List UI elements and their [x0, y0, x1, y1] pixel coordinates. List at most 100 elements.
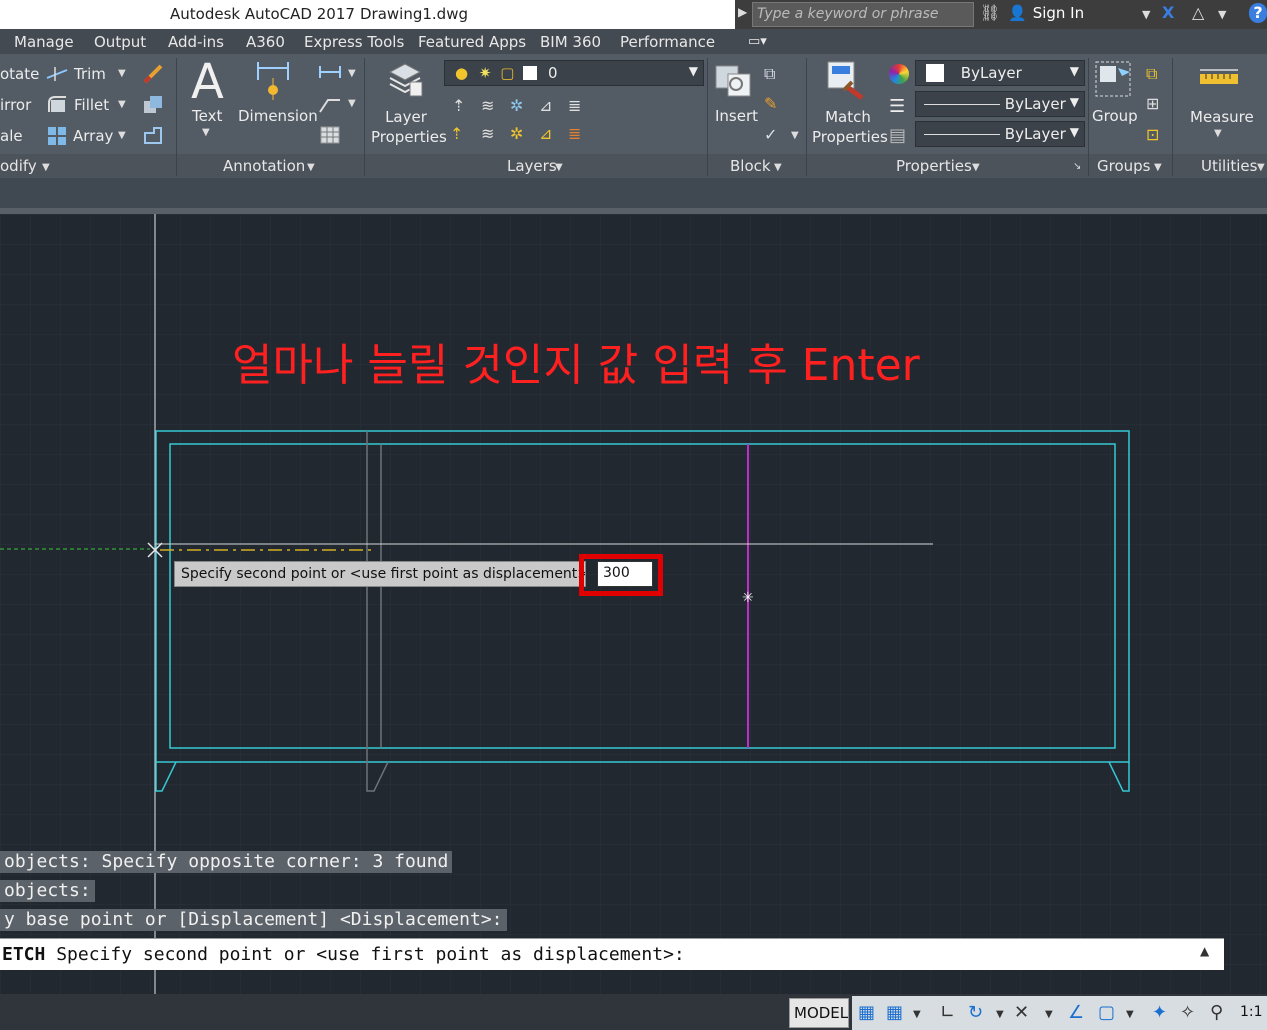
panel-title-layers[interactable]: Layers [507, 157, 557, 175]
array-button[interactable]: Array [73, 127, 113, 145]
panel-title-groups[interactable]: Groups [1097, 157, 1150, 175]
copy-icon[interactable] [142, 94, 164, 116]
layer-thaw-icon[interactable]: ✲ [510, 124, 523, 143]
auto-scale-icon[interactable]: ✧ [1180, 1002, 1195, 1023]
chevron-down-icon[interactable]: ▼ [348, 68, 356, 79]
tab-performance[interactable]: Performance [620, 33, 715, 51]
chevron-down-icon[interactable]: ▼ [1142, 8, 1150, 21]
tab-a360[interactable]: A360 [246, 33, 285, 51]
match-properties-label[interactable]: Match Properties [812, 107, 888, 147]
group-button-label[interactable]: Group [1092, 107, 1138, 125]
chevron-down-icon[interactable]: ▼ [972, 162, 980, 173]
chevron-down-icon[interactable]: ▼ [1257, 162, 1265, 173]
tab-bim360[interactable]: BIM 360 [540, 33, 601, 51]
group-select-icon[interactable]: ⊡ [1146, 125, 1159, 144]
measure-icon[interactable] [1198, 68, 1240, 88]
chevron-down-icon[interactable]: ▼ [42, 162, 50, 173]
chevron-down-icon[interactable]: ▼ [348, 98, 356, 109]
polar-tracking-icon[interactable]: ↻ [968, 1002, 983, 1023]
measure-button-label[interactable]: Measure [1190, 108, 1254, 126]
chevron-down-icon[interactable]: ▼ [1126, 1009, 1134, 1020]
isodraft-icon[interactable]: ✕ [1014, 1002, 1029, 1023]
panel-title-annotation[interactable]: Annotation [223, 157, 305, 175]
object-snap-tracking-icon[interactable]: ∠ [1068, 1002, 1084, 1023]
group-edit-icon[interactable]: ⊞ [1146, 94, 1159, 113]
chevron-down-icon[interactable]: ▼ [202, 127, 210, 138]
layer-match-icon[interactable]: ≣ [568, 124, 581, 143]
layer-properties-icon[interactable] [386, 60, 424, 98]
chevron-down-icon[interactable]: ▼ [791, 130, 799, 141]
fillet-button[interactable]: Fillet [74, 96, 109, 114]
tab-addins[interactable]: Add-ins [168, 33, 224, 51]
layer-unlock-icon[interactable]: ⊿ [539, 124, 552, 143]
linetype-dropdown[interactable]: ByLayer ▼ [915, 91, 1085, 117]
mirror-button[interactable]: irror [0, 96, 31, 114]
erase-icon[interactable] [142, 63, 164, 85]
tab-manage[interactable]: Manage [14, 33, 74, 51]
dimension-button-label[interactable]: Dimension [238, 107, 318, 125]
chevron-down-icon[interactable]: ▼ [913, 1009, 921, 1020]
panel-title-block[interactable]: Block [730, 157, 771, 175]
dynamic-input-field[interactable]: 300 [597, 561, 653, 587]
object-snap-icon[interactable]: ▢ [1098, 1002, 1115, 1023]
grid-icon[interactable]: ▦ [858, 1002, 875, 1023]
chevron-down-icon[interactable]: ▼ [118, 99, 126, 110]
table-icon[interactable] [320, 126, 340, 144]
ortho-icon[interactable]: ∟ [940, 1002, 955, 1023]
text-icon[interactable]: A [191, 54, 224, 110]
chevron-down-icon[interactable]: ▼ [1045, 1009, 1053, 1020]
sign-in-button[interactable]: 👤 Sign In [1008, 4, 1084, 22]
stretch-icon[interactable] [142, 125, 164, 147]
layer-freeze-icon[interactable]: ✲ [510, 96, 523, 115]
chevron-down-icon[interactable]: ▼ [307, 162, 315, 173]
chevron-down-icon[interactable]: ▼ [774, 162, 782, 173]
panel-title-properties[interactable]: Properties [896, 157, 972, 175]
binoculars-icon[interactable]: ⛓ [980, 3, 1000, 22]
leader-icon[interactable] [318, 94, 342, 114]
command-line[interactable]: ETCH Specify second point or <use first … [0, 938, 1224, 970]
expand-arrow-icon[interactable]: ▶ [738, 5, 747, 19]
lineweight-dropdown[interactable]: ByLayer ▼ [915, 121, 1085, 147]
annotation-scale-icon[interactable]: ⚲ [1210, 1002, 1223, 1023]
color-dropdown[interactable]: ByLayer ▼ [915, 60, 1085, 86]
chevron-down-icon[interactable]: ▼ [1154, 162, 1162, 173]
text-button-label[interactable]: Text [192, 107, 222, 125]
layer-dropdown[interactable]: ● ✷ ▢ 0 ▼ [444, 60, 704, 86]
dialog-launcher-icon[interactable]: ↘ [1073, 161, 1081, 172]
trim-button[interactable]: Trim [74, 65, 106, 83]
tab-output[interactable]: Output [94, 33, 146, 51]
rotate-button[interactable]: otate [0, 65, 39, 83]
annotation-visibility-icon[interactable]: ✦ [1152, 1002, 1167, 1023]
layer-on-icon[interactable]: ⇡ [450, 124, 463, 143]
create-block-icon[interactable]: ⧉ [764, 64, 775, 84]
command-history-toggle-icon[interactable]: ▲ [1200, 944, 1209, 958]
layer-unisolate-icon[interactable]: ≋ [481, 124, 494, 143]
chevron-down-icon[interactable]: ▼ [555, 162, 563, 173]
annotation-scale-value[interactable]: 1:1 [1240, 1004, 1263, 1020]
panel-title-utilities[interactable]: Utilities [1201, 157, 1257, 175]
block-attributes-icon[interactable]: ✓ [764, 125, 777, 144]
layer-off-icon[interactable]: ⇡ [452, 96, 465, 115]
chevron-down-icon[interactable]: ▼ [118, 130, 126, 141]
group-icon[interactable] [1094, 60, 1134, 100]
help-icon[interactable]: ? [1249, 3, 1267, 23]
ungroup-icon[interactable]: ⧉ [1146, 64, 1157, 84]
dimension-icon[interactable] [255, 60, 291, 100]
linear-dim-icon[interactable] [318, 64, 342, 80]
chevron-down-icon[interactable]: ▼ [1218, 8, 1226, 21]
scale-button[interactable]: ale [0, 127, 23, 145]
edit-block-icon[interactable]: ✎ [764, 94, 777, 113]
search-input[interactable]: Type a keyword or phrase [752, 2, 974, 27]
layer-isolate-icon[interactable]: ≋ [481, 96, 494, 115]
layer-properties-label[interactable]: Layer Properties [371, 107, 447, 147]
layer-make-current-icon[interactable]: ≣ [568, 96, 581, 115]
chevron-down-icon[interactable]: ▼ [118, 68, 126, 79]
snap-icon[interactable]: ▦ [886, 1002, 903, 1023]
drawing-canvas[interactable]: ✳ 얼마나 늘릴 것인지 값 입력 후 Enter Specify second… [0, 214, 1267, 994]
ribbon-toggle-icon[interactable]: ▭▾ [748, 34, 767, 49]
tab-express-tools[interactable]: Express Tools [304, 33, 404, 51]
insert-button-label[interactable]: Insert [715, 107, 758, 125]
a360-icon[interactable]: △ [1192, 3, 1204, 22]
panel-title-modify[interactable]: odify [0, 157, 37, 175]
layer-lock-icon[interactable]: ⊿ [539, 96, 552, 115]
